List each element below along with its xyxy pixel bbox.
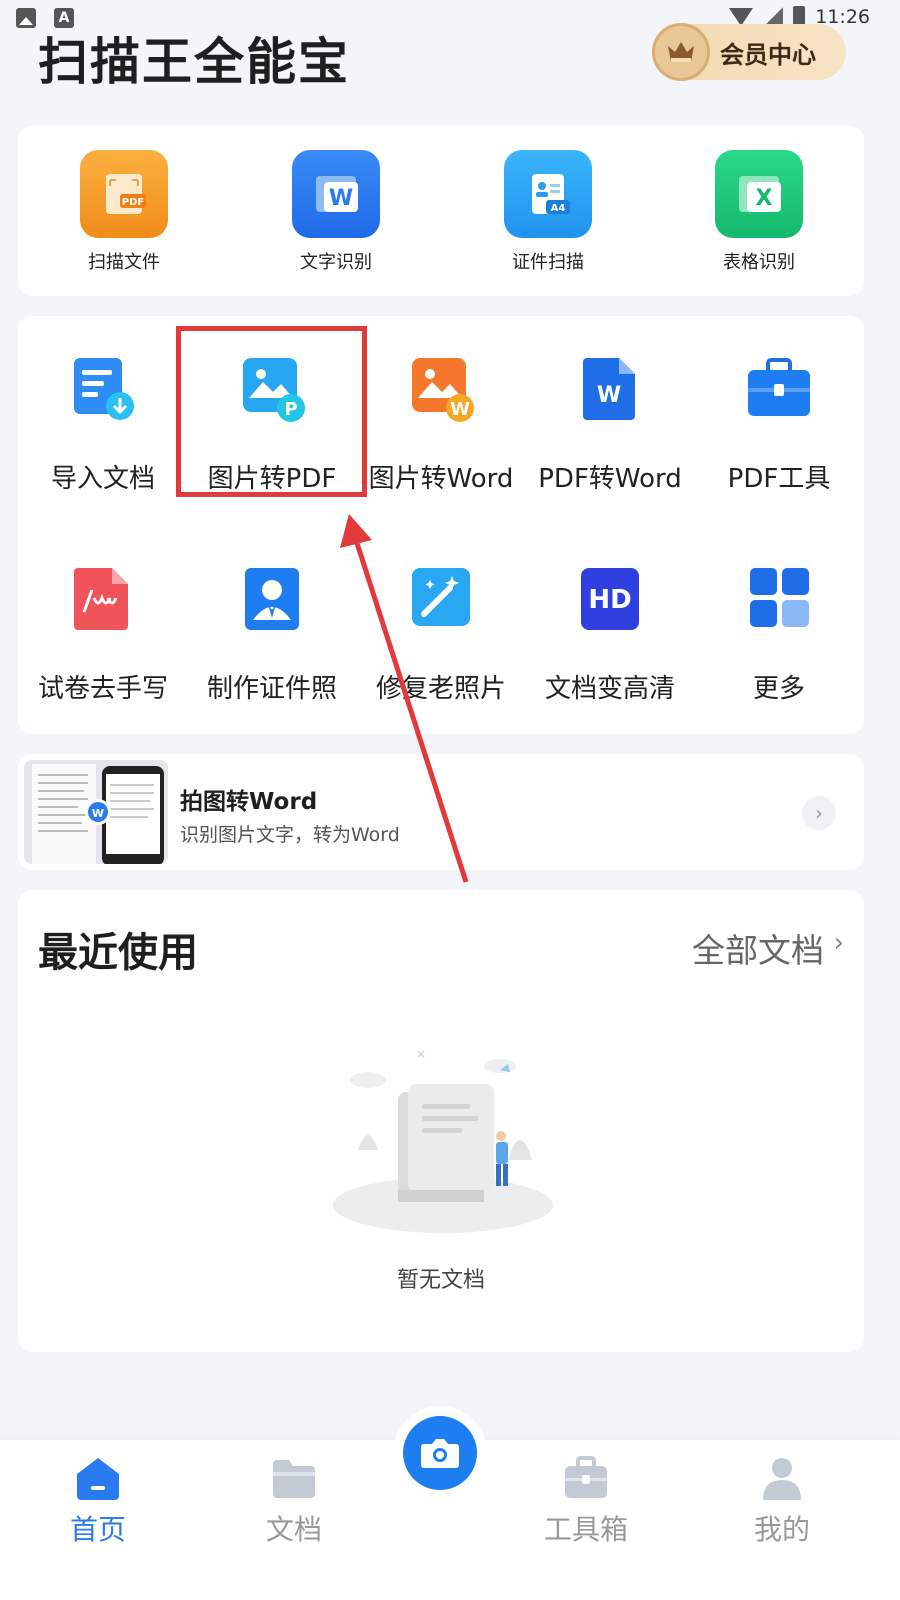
folder-icon	[269, 1456, 319, 1500]
text-ocr-button[interactable]: W 文字识别	[246, 150, 426, 274]
image-to-word-icon: W	[406, 354, 476, 424]
chevron-right-icon[interactable]: ›	[802, 796, 836, 830]
home-icon	[73, 1456, 123, 1500]
svg-text:A4: A4	[551, 203, 566, 214]
restore-photo-label: 修复老照片	[375, 674, 506, 704]
svg-text:W: W	[450, 399, 470, 420]
id-photo-button[interactable]: 制作证件照	[187, 564, 357, 705]
recent-title: 最近使用	[38, 930, 198, 976]
nav-toolbox[interactable]: 工具箱	[526, 1456, 646, 1548]
pdf-to-word-label: PDF转Word	[538, 464, 682, 494]
toolbox-icon	[561, 1456, 611, 1500]
excel-icon: X	[715, 150, 803, 238]
svg-text:X: X	[756, 186, 773, 211]
nav-profile[interactable]: 我的	[722, 1456, 842, 1548]
id-photo-icon	[237, 564, 307, 634]
crown-icon	[652, 23, 710, 81]
vip-center-label: 会员中心	[720, 40, 816, 69]
promo-subtitle: 识别图片文字，转为Word	[180, 824, 400, 846]
tool-grid-card: 导入文档 P 图片转PDF W 图片转Word W PDF转Word PDF工具…	[18, 316, 864, 734]
promo-title: 拍图转Word	[180, 789, 318, 815]
nav-home-label: 首页	[69, 1513, 126, 1546]
scan-file-label: 扫描文件	[88, 252, 160, 273]
id-photo-label: 制作证件照	[206, 674, 337, 704]
primary-tools-card: PDF 扫描文件 W 文字识别 A4 证件扫描 X 表格识别	[18, 126, 864, 296]
camera-icon	[421, 1439, 459, 1468]
highlight-box	[176, 326, 367, 497]
app-title: 扫描王全能宝	[38, 33, 350, 91]
pdf-to-word-button[interactable]: W PDF转Word	[525, 354, 695, 495]
scan-pdf-icon: PDF	[80, 150, 168, 238]
vip-center-button[interactable]: 会员中心	[652, 23, 846, 81]
import-doc-label: 导入文档	[50, 464, 155, 494]
remove-handwriting-icon	[68, 564, 138, 634]
nav-toolbox-label: 工具箱	[543, 1513, 628, 1546]
empty-state-text: 暂无文档	[396, 1268, 485, 1293]
pdf-tools-button[interactable]: PDF工具	[694, 354, 864, 495]
chevron-right-icon[interactable]: ›	[834, 928, 844, 958]
svg-text:PDF: PDF	[122, 197, 144, 208]
word-ocr-icon: W	[292, 150, 380, 238]
pdf-tools-icon	[744, 354, 814, 424]
svg-text:W: W	[329, 186, 353, 211]
nav-profile-label: 我的	[753, 1513, 810, 1546]
hd-icon: HD	[575, 564, 645, 634]
table-ocr-label: 表格识别	[723, 252, 795, 273]
hd-document-button[interactable]: HD 文档变高清	[525, 564, 695, 705]
promo-thumbnail: W	[24, 760, 168, 864]
table-ocr-button[interactable]: X 表格识别	[669, 150, 849, 274]
image-to-word-label: 图片转Word	[368, 464, 514, 494]
remove-handwriting-label: 试卷去手写	[37, 674, 168, 704]
more-tools-button[interactable]: 更多	[694, 564, 864, 705]
more-tools-label: 更多	[752, 674, 805, 704]
camera-button[interactable]	[403, 1416, 477, 1490]
all-documents-link[interactable]: 全部文档	[692, 924, 824, 972]
text-ocr-label: 文字识别	[300, 252, 372, 273]
nav-documents[interactable]: 文档	[234, 1456, 354, 1548]
promo-banner[interactable]: W 拍图转Word 识别图片文字，转为Word ›	[18, 754, 864, 870]
remove-handwriting-button[interactable]: 试卷去手写	[18, 564, 188, 705]
svg-text:×: ×	[416, 1050, 426, 1061]
nav-home[interactable]: 首页	[38, 1456, 158, 1548]
id-scan-label: 证件扫描	[512, 252, 584, 273]
magic-wand-icon	[406, 564, 476, 634]
id-card-icon: A4	[504, 150, 592, 238]
empty-illustration: ×	[328, 1047, 558, 1240]
user-icon	[757, 1456, 807, 1500]
svg-text:W: W	[92, 807, 104, 820]
id-scan-button[interactable]: A4 证件扫描	[458, 150, 638, 274]
restore-photo-button[interactable]: 修复老照片	[356, 564, 526, 705]
nav-documents-label: 文档	[265, 1513, 322, 1546]
recent-card: 最近使用 全部文档 › × 暂无文档	[18, 890, 864, 1352]
svg-text:W: W	[597, 383, 621, 408]
import-doc-button[interactable]: 导入文档	[18, 354, 188, 495]
svg-text:HD: HD	[588, 585, 631, 615]
hd-document-label: 文档变高清	[544, 674, 675, 704]
image-to-word-button[interactable]: W 图片转Word	[356, 354, 526, 495]
pdf-to-word-icon: W	[575, 354, 645, 424]
import-doc-icon	[68, 354, 138, 424]
gallery-notification-icon	[16, 8, 36, 28]
pdf-tools-label: PDF工具	[727, 464, 831, 494]
grid-more-icon	[744, 564, 814, 634]
scan-file-button[interactable]: PDF 扫描文件	[34, 150, 214, 274]
